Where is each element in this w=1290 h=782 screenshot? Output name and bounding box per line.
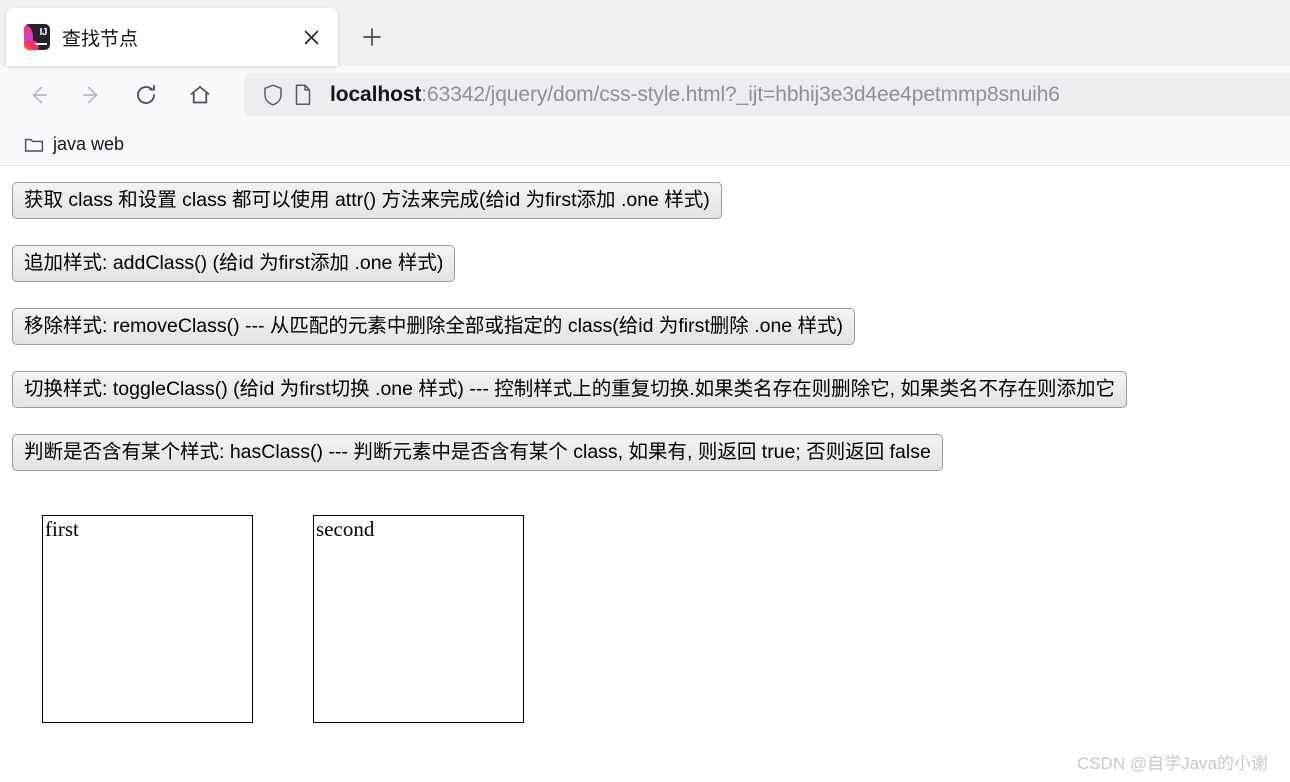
shield-icon[interactable]: [258, 80, 288, 110]
browser-chrome: IJ 查找节点 localhost:63342/jquery/dom/css-s…: [0, 0, 1290, 166]
demo-box-first: first: [42, 515, 253, 723]
page-icon[interactable]: [288, 80, 318, 110]
demo-boxes-area: first second: [0, 515, 1290, 723]
button-row: 移除样式: removeClass() --- 从匹配的元素中删除全部或指定的 …: [0, 282, 1290, 345]
new-tab-button[interactable]: [352, 17, 392, 57]
forward-button[interactable]: [72, 75, 112, 115]
attr-class-button[interactable]: 获取 class 和设置 class 都可以使用 attr() 方法来完成(给i…: [12, 182, 722, 219]
button-row: 追加样式: addClass() (给id 为first添加 .one 样式): [0, 219, 1290, 282]
navigation-toolbar: localhost:63342/jquery/dom/css-style.htm…: [0, 66, 1290, 124]
url-path: :63342/jquery/dom/css-style.html?_ijt=hb…: [421, 83, 1060, 106]
page-content: 获取 class 和设置 class 都可以使用 attr() 方法来完成(给i…: [0, 166, 1290, 782]
url-host: localhost: [330, 83, 422, 106]
demo-box-label: second: [316, 517, 375, 541]
browser-tab[interactable]: IJ 查找节点: [6, 8, 338, 66]
intellij-idea-icon: IJ: [24, 24, 50, 50]
back-button[interactable]: [18, 75, 58, 115]
demo-box-second: second: [313, 515, 524, 723]
tab-strip: IJ 查找节点: [0, 0, 1290, 66]
toggle-class-button[interactable]: 切换样式: toggleClass() (给id 为first切换 .one 样…: [12, 371, 1127, 408]
url-text[interactable]: localhost:63342/jquery/dom/css-style.htm…: [330, 83, 1060, 107]
watermark: CSDN @自学Java的小谢: [1076, 754, 1268, 773]
home-button[interactable]: [180, 75, 220, 115]
reload-button[interactable]: [126, 75, 166, 115]
bookmarks-bar: java web: [0, 124, 1290, 166]
bookmark-item-java-web[interactable]: java web: [16, 130, 132, 159]
close-icon[interactable]: [294, 20, 328, 54]
has-class-button[interactable]: 判断是否含有某个样式: hasClass() --- 判断元素中是否含有某个 c…: [12, 434, 943, 471]
favicon-letters: IJ: [39, 27, 48, 38]
url-bar[interactable]: localhost:63342/jquery/dom/css-style.htm…: [244, 74, 1290, 116]
folder-icon: [24, 136, 44, 153]
button-row: 切换样式: toggleClass() (给id 为first切换 .one 样…: [0, 345, 1290, 408]
remove-class-button[interactable]: 移除样式: removeClass() --- 从匹配的元素中删除全部或指定的 …: [12, 308, 856, 345]
button-row: 判断是否含有某个样式: hasClass() --- 判断元素中是否含有某个 c…: [0, 408, 1290, 471]
tab-title: 查找节点: [62, 28, 139, 50]
add-class-button[interactable]: 追加样式: addClass() (给id 为first添加 .one 样式): [12, 245, 456, 282]
demo-box-label: first: [45, 517, 79, 541]
button-row: 获取 class 和设置 class 都可以使用 attr() 方法来完成(给i…: [0, 166, 1290, 219]
bookmark-label: java web: [53, 134, 125, 154]
